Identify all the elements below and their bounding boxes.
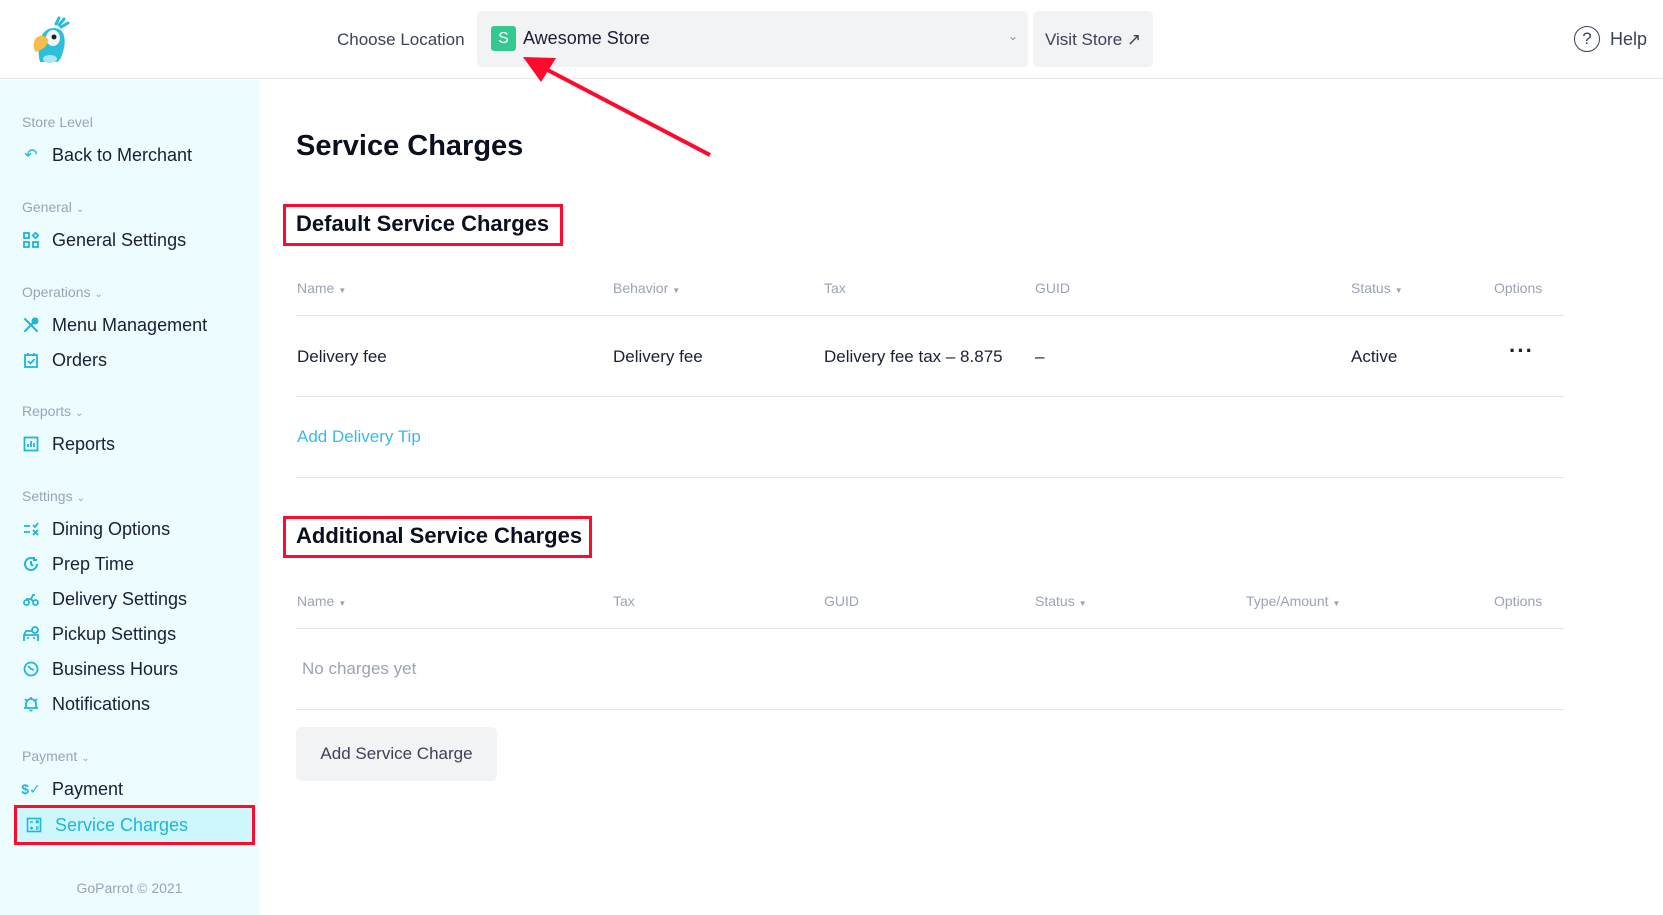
- help-icon: ?: [1574, 26, 1600, 52]
- clipboard-check-icon: [22, 351, 40, 369]
- dollar-check-icon: $✓: [21, 780, 41, 797]
- back-to-merchant-link[interactable]: ↶ Back to Merchant: [22, 141, 192, 169]
- divider: [296, 628, 1564, 629]
- cell-behavior: Delivery fee: [613, 347, 703, 366]
- sidebar-item-business-hours[interactable]: Business Hours: [22, 655, 178, 683]
- cell-tax: Delivery fee tax – 8.875: [824, 347, 1003, 366]
- chevron-down-icon: ⌄: [75, 204, 85, 215]
- nav-label: Pickup Settings: [52, 623, 177, 644]
- help-button[interactable]: ? Help: [1574, 25, 1647, 53]
- sidebar-footer: GoParrot © 2021: [76, 880, 183, 896]
- sort-caret-icon: ▼: [338, 286, 347, 295]
- nav-label: Payment: [52, 778, 124, 799]
- column-header-name[interactable]: Name ▼: [297, 280, 346, 296]
- sort-caret-icon: ▼: [1394, 286, 1403, 295]
- sidebar-item-dining-options[interactable]: Dining Options: [22, 515, 170, 543]
- goparrot-logo[interactable]: [26, 16, 76, 66]
- section-operations[interactable]: Operations ⌄: [22, 284, 103, 300]
- top-bar: Choose Location S Awesome Store ⌄ Visit …: [0, 0, 1663, 79]
- section-reports[interactable]: Reports ⌄: [22, 403, 83, 419]
- bar-chart-icon: [22, 435, 40, 453]
- nav-label: Back to Merchant: [52, 144, 193, 165]
- location-select[interactable]: S Awesome Store ⌄: [477, 11, 1028, 67]
- sidebar-item-menu-management[interactable]: Menu Management: [22, 311, 207, 339]
- additional-charges-title: Additional Service Charges: [296, 523, 583, 548]
- visit-store-button[interactable]: Visit Store ↗: [1033, 11, 1153, 67]
- sidebar-item-delivery-settings[interactable]: Delivery Settings: [22, 585, 187, 613]
- nav-label: Menu Management: [52, 314, 208, 335]
- nav-label: General Settings: [52, 229, 187, 250]
- chevron-down-icon: ⌄: [1007, 29, 1018, 43]
- chevron-down-icon: ⌄: [76, 493, 85, 504]
- column-header-guid: GUID: [824, 593, 859, 609]
- sidebar-item-reports[interactable]: Reports: [22, 430, 115, 458]
- utensils-icon: [22, 316, 40, 334]
- divider: [296, 709, 1564, 710]
- chevron-down-icon: ⌄: [75, 408, 84, 419]
- calculator-icon: [25, 816, 43, 834]
- column-header-name[interactable]: Name ▼: [297, 593, 346, 609]
- nav-label: Service Charges: [55, 814, 189, 835]
- column-header-behavior[interactable]: Behavior ▼: [613, 280, 680, 296]
- nav-label: Dining Options: [52, 518, 171, 539]
- store-level-label: Store Level: [22, 114, 93, 130]
- nav-label: Notifications: [52, 693, 151, 714]
- bell-icon: [22, 695, 40, 713]
- page-title: Service Charges: [296, 130, 524, 162]
- divider: [296, 477, 1564, 478]
- sidebar-item-prep-time[interactable]: Prep Time: [22, 550, 134, 578]
- selected-location: Awesome Store: [523, 28, 650, 48]
- column-header-guid: GUID: [1035, 280, 1070, 296]
- car-clock-icon: [22, 625, 40, 643]
- sort-caret-icon: ▼: [338, 599, 347, 608]
- sidebar-item-payment[interactable]: $✓ Payment: [21, 775, 124, 803]
- nav-label: Reports: [52, 433, 116, 454]
- timer-icon: [22, 660, 40, 678]
- choose-location-label: Choose Location: [337, 30, 465, 49]
- help-label: Help: [1610, 28, 1648, 49]
- column-header-type-amount[interactable]: Type/Amount ▼: [1246, 593, 1340, 609]
- scooter-icon: [22, 590, 40, 608]
- nav-label: Delivery Settings: [52, 588, 188, 609]
- sidebar-item-general-settings[interactable]: General Settings: [22, 226, 186, 254]
- column-header-status[interactable]: Status ▼: [1351, 280, 1403, 296]
- chevron-down-icon: ⌄: [94, 289, 103, 300]
- cell-name: Delivery fee: [297, 347, 387, 366]
- more-options-icon[interactable]: ···: [1509, 338, 1534, 364]
- empty-state-text: No charges yet: [302, 659, 417, 678]
- divider: [296, 396, 1564, 397]
- column-header-status[interactable]: Status ▼: [1035, 593, 1087, 609]
- section-payment[interactable]: Payment ⌄: [22, 748, 90, 764]
- column-header-options: Options: [1494, 593, 1543, 609]
- sort-caret-icon: ▼: [1078, 599, 1087, 608]
- sidebar-item-service-charges[interactable]: Service Charges: [14, 805, 255, 845]
- sidebar-item-notifications[interactable]: Notifications: [22, 690, 150, 718]
- section-settings[interactable]: Settings ⌄: [22, 488, 85, 504]
- section-general[interactable]: General ⌄: [22, 199, 84, 215]
- sort-caret-icon: ▼: [1332, 599, 1341, 608]
- nav-label: Business Hours: [52, 658, 179, 679]
- column-header-tax: Tax: [824, 280, 846, 296]
- column-header-tax: Tax: [613, 593, 635, 609]
- chevron-down-icon: ⌄: [81, 753, 90, 764]
- add-service-charge-button[interactable]: Add Service Charge: [296, 727, 497, 781]
- cell-guid: –: [1035, 347, 1045, 366]
- nav-label: Prep Time: [52, 553, 135, 574]
- grid-icon: [22, 231, 40, 249]
- nav-label: Orders: [52, 349, 108, 370]
- sort-caret-icon: ▼: [672, 286, 681, 295]
- undo-arrow-icon: ↶: [24, 147, 38, 164]
- default-charges-title: Default Service Charges: [296, 211, 550, 236]
- cell-status: Active: [1351, 347, 1398, 366]
- main-content: Service Charges Default Service Charges …: [259, 80, 1663, 915]
- column-header-options: Options: [1494, 280, 1543, 296]
- add-delivery-tip-link[interactable]: Add Delivery Tip: [297, 427, 421, 447]
- sidebar-item-pickup-settings[interactable]: Pickup Settings: [22, 620, 176, 648]
- store-badge: S: [491, 26, 516, 51]
- sidebar-item-orders[interactable]: Orders: [22, 346, 107, 374]
- divider: [296, 315, 1564, 316]
- clock-refresh-icon: [22, 555, 40, 573]
- list-check-icon: [22, 520, 40, 538]
